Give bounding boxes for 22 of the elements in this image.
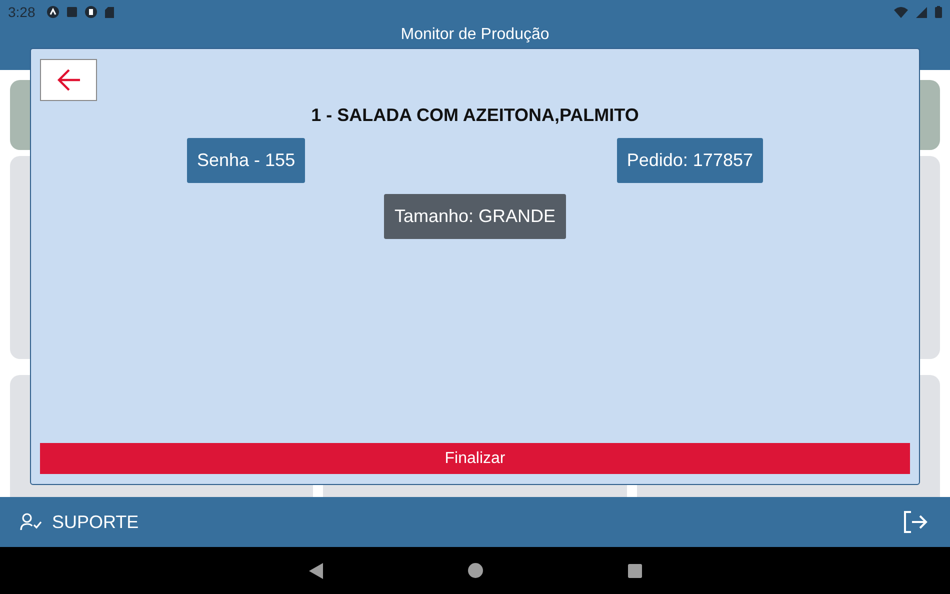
notification-icon bbox=[47, 6, 60, 18]
support-button[interactable]: SUPORTE bbox=[20, 512, 139, 532]
notification-icon bbox=[85, 6, 98, 18]
finish-button[interactable]: Finalizar bbox=[40, 443, 910, 474]
logout-icon[interactable] bbox=[902, 510, 928, 534]
sd-card-icon bbox=[105, 6, 114, 18]
back-button[interactable] bbox=[40, 59, 97, 101]
info-tag: Tamanho: GRANDE bbox=[384, 194, 566, 239]
signal-icon bbox=[916, 6, 927, 18]
info-tag: Senha - 155 bbox=[187, 138, 306, 183]
notification-icon bbox=[67, 7, 78, 17]
recents-nav-icon[interactable] bbox=[628, 564, 642, 578]
app-title: Monitor de Produção bbox=[400, 26, 550, 44]
wifi-icon bbox=[894, 6, 908, 18]
arrow-left-icon bbox=[56, 69, 80, 91]
clock: 3:28 bbox=[8, 4, 36, 20]
dialog-title: 1 - SALADA COM AZEITONA,PALMITO bbox=[310, 105, 640, 126]
user-check-icon bbox=[20, 513, 42, 531]
battery-icon bbox=[935, 6, 942, 18]
home-nav-icon[interactable] bbox=[468, 563, 482, 578]
info-tag: Pedido: 177857 bbox=[616, 138, 763, 183]
back-nav-icon[interactable] bbox=[308, 562, 322, 578]
